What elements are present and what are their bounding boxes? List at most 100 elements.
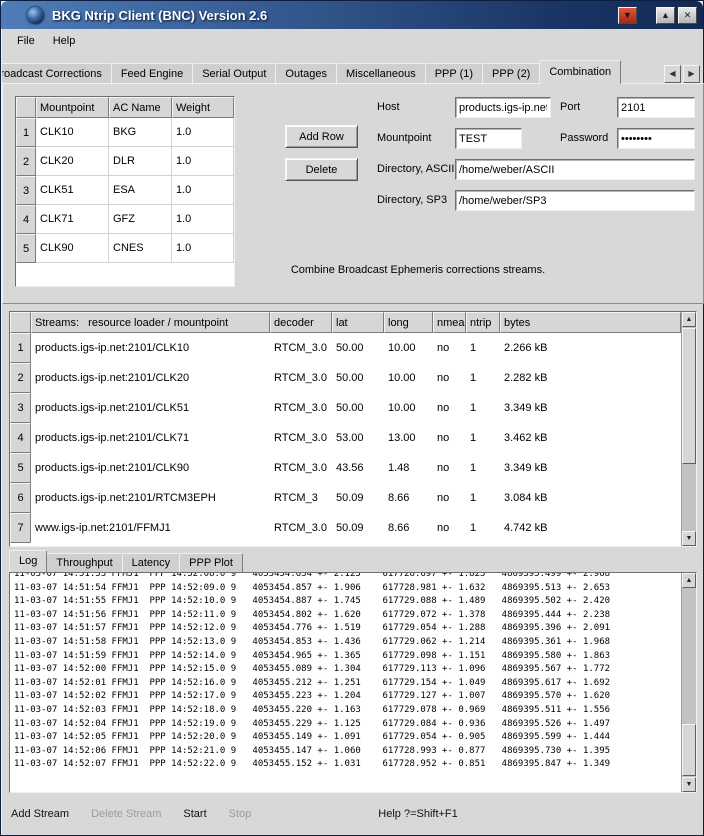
log-scrollbar[interactable]: ▲ ▼ (681, 573, 696, 792)
menu-help[interactable]: Help (44, 33, 85, 49)
combination-cell-mountpoint[interactable]: CLK71 (36, 205, 109, 234)
combination-cell-weight[interactable]: 1.0 (172, 118, 234, 147)
streams-cell-bytes[interactable]: 3.462 kB (500, 423, 681, 453)
streams-cell-decoder[interactable]: RTCM_3 (270, 483, 332, 513)
streams-cell-decoder[interactable]: RTCM_3.0 (270, 423, 332, 453)
streams-cell-mountpoint[interactable]: www.igs-ip.net:2101/FFMJ1 (31, 513, 270, 543)
streams-cell-mountpoint[interactable]: products.igs-ip.net:2101/CLK90 (31, 453, 270, 483)
delete-button[interactable]: Delete (285, 158, 358, 181)
log-scrollbar-thumb[interactable] (682, 724, 696, 776)
log-view[interactable]: 11-03-07 14:51:53 FFMJ1 PPP 14:52:08.0 9… (9, 572, 697, 793)
streams-cell-decoder[interactable]: RTCM_3.0 (270, 393, 332, 423)
combination-cell-weight[interactable]: 1.0 (172, 147, 234, 176)
delete-stream-action[interactable]: Delete Stream (91, 805, 161, 823)
combination-cell-mountpoint[interactable]: CLK51 (36, 176, 109, 205)
streams-cell-ntrip[interactable]: 1 (466, 483, 500, 513)
combination-cell-ac-name[interactable]: CNES (109, 234, 172, 263)
combination-cell-weight[interactable]: 1.0 (172, 205, 234, 234)
streams-cell-mountpoint[interactable]: products.igs-ip.net:2101/RTCM3EPH (31, 483, 270, 513)
streams-cell-mountpoint[interactable]: products.igs-ip.net:2101/CLK10 (31, 333, 270, 363)
combination-cell-mountpoint[interactable]: CLK10 (36, 118, 109, 147)
streams-cell-lat[interactable]: 50.00 (332, 333, 384, 363)
log-scroll-up-icon[interactable]: ▲ (682, 573, 696, 588)
combination-cell-weight[interactable]: 1.0 (172, 234, 234, 263)
start-action[interactable]: Start (183, 805, 206, 823)
streams-cell-mountpoint[interactable]: products.igs-ip.net:2101/CLK20 (31, 363, 270, 393)
streams-cell-bytes[interactable]: 3.349 kB (500, 453, 681, 483)
streams-cell-lat[interactable]: 50.00 (332, 393, 384, 423)
streams-cell-decoder[interactable]: RTCM_3.0 (270, 363, 332, 393)
streams-cell-decoder[interactable]: RTCM_3.0 (270, 333, 332, 363)
streams-cell-ntrip[interactable]: 1 (466, 513, 500, 543)
streams-cell-ntrip[interactable]: 1 (466, 453, 500, 483)
menu-file[interactable]: File (8, 33, 44, 49)
combination-cell-ac-name[interactable]: DLR (109, 147, 172, 176)
tab-broadcast-corrections[interactable]: Broadcast Corrections (2, 63, 112, 84)
streams-cell-nmea[interactable]: no (433, 393, 466, 423)
streams-cell-mountpoint[interactable]: products.igs-ip.net:2101/CLK71 (31, 423, 270, 453)
mountpoint-input[interactable] (455, 128, 522, 149)
tab-outages[interactable]: Outages (275, 63, 337, 84)
streams-cell-nmea[interactable]: no (433, 363, 466, 393)
tab-scroll-left-icon[interactable]: ◀ (664, 65, 681, 83)
tab-combination[interactable]: Combination (539, 60, 621, 84)
combination-cell-mountpoint[interactable]: CLK20 (36, 147, 109, 176)
streams-cell-bytes[interactable]: 3.084 kB (500, 483, 681, 513)
streams-cell-mountpoint[interactable]: products.igs-ip.net:2101/CLK51 (31, 393, 270, 423)
combination-cell-mountpoint[interactable]: CLK90 (36, 234, 109, 263)
combination-cell-ac-name[interactable]: GFZ (109, 205, 172, 234)
combination-cell-weight[interactable]: 1.0 (172, 176, 234, 205)
log-scroll-down-icon[interactable]: ▼ (682, 777, 696, 792)
streams-cell-nmea[interactable]: no (433, 453, 466, 483)
maximize-button[interactable]: ▲ (656, 7, 675, 24)
tab-feed-engine[interactable]: Feed Engine (111, 63, 193, 84)
host-input[interactable] (455, 97, 551, 118)
add-row-button[interactable]: Add Row (285, 125, 358, 148)
add-stream-action[interactable]: Add Stream (11, 805, 69, 823)
directory-ascii-input[interactable] (455, 159, 695, 180)
streams-cell-long[interactable]: 10.00 (384, 363, 433, 393)
port-input[interactable] (617, 97, 695, 118)
streams-cell-ntrip[interactable]: 1 (466, 423, 500, 453)
tab-miscellaneous[interactable]: Miscellaneous (336, 63, 426, 84)
streams-cell-bytes[interactable]: 2.282 kB (500, 363, 681, 393)
streams-cell-lat[interactable]: 43.56 (332, 453, 384, 483)
tab-ppp-2[interactable]: PPP (2) (482, 63, 540, 84)
streams-cell-decoder[interactable]: RTCM_3.0 (270, 513, 332, 543)
streams-cell-lat[interactable]: 50.09 (332, 483, 384, 513)
streams-cell-long[interactable]: 8.66 (384, 483, 433, 513)
streams-scrollbar[interactable]: ▲ ▼ (681, 312, 696, 546)
streams-cell-lat[interactable]: 53.00 (332, 423, 384, 453)
titlebar[interactable]: BKG Ntrip Client (BNC) Version 2.6 ▼ ▲ ✕ (1, 1, 703, 29)
streams-cell-long[interactable]: 1.48 (384, 453, 433, 483)
streams-cell-ntrip[interactable]: 1 (466, 393, 500, 423)
password-input[interactable] (617, 128, 695, 149)
streams-cell-bytes[interactable]: 3.349 kB (500, 393, 681, 423)
streams-cell-bytes[interactable]: 4.742 kB (500, 513, 681, 543)
combination-cell-ac-name[interactable]: BKG (109, 118, 172, 147)
combination-cell-ac-name[interactable]: ESA (109, 176, 172, 205)
streams-cell-nmea[interactable]: no (433, 483, 466, 513)
streams-cell-lat[interactable]: 50.00 (332, 363, 384, 393)
streams-cell-lat[interactable]: 50.09 (332, 513, 384, 543)
tab-ppp-1[interactable]: PPP (1) (425, 63, 483, 84)
tab-serial-output[interactable]: Serial Output (192, 63, 276, 84)
streams-scroll-up-icon[interactable]: ▲ (682, 312, 696, 327)
log-tab-latency[interactable]: Latency (122, 553, 181, 572)
streams-scrollbar-thumb[interactable] (682, 328, 696, 464)
streams-cell-ntrip[interactable]: 1 (466, 363, 500, 393)
streams-cell-bytes[interactable]: 2.266 kB (500, 333, 681, 363)
streams-cell-long[interactable]: 8.66 (384, 513, 433, 543)
tab-scroll-right-icon[interactable]: ▶ (683, 65, 700, 83)
directory-sp3-input[interactable] (455, 190, 695, 211)
streams-cell-long[interactable]: 10.00 (384, 393, 433, 423)
streams-cell-nmea[interactable]: no (433, 333, 466, 363)
streams-cell-nmea[interactable]: no (433, 513, 466, 543)
streams-cell-ntrip[interactable]: 1 (466, 333, 500, 363)
help-action[interactable]: Help ?=Shift+F1 (378, 805, 458, 823)
log-tab-ppp-plot[interactable]: PPP Plot (179, 553, 243, 572)
streams-cell-decoder[interactable]: RTCM_3.0 (270, 453, 332, 483)
close-button[interactable]: ✕ (678, 7, 697, 24)
minimize-button[interactable]: ▼ (618, 7, 637, 24)
log-tab-log[interactable]: Log (9, 550, 47, 572)
